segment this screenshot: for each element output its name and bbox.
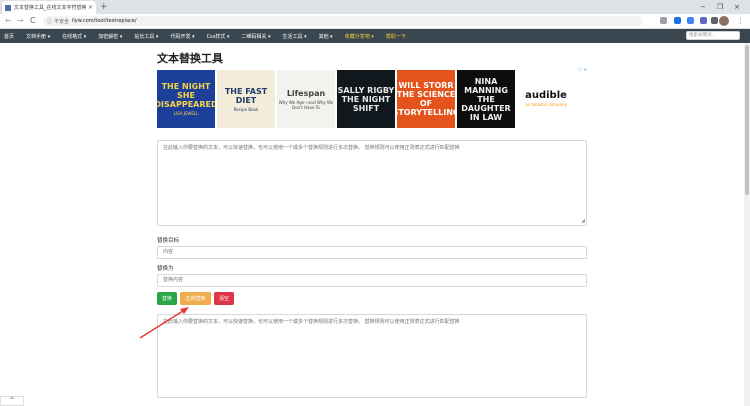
page-scrollbar[interactable] [744, 43, 750, 406]
tab-close-icon[interactable]: × [88, 4, 93, 11]
scrollbar-thumb[interactable] [745, 45, 749, 195]
page-title: 文本替换工具 [157, 52, 223, 65]
nav-item-format[interactable]: 在线格式 ▾ [62, 33, 86, 40]
source-textarea[interactable]: 在此输入你要替换的文本，可以快速替换，也可以使用一个或多个替换规则进行多次替换。… [157, 140, 587, 226]
replace-label: 替换为 [157, 266, 174, 272]
profile-icon[interactable] [674, 17, 681, 24]
insecure-label: 不安全 [54, 18, 70, 25]
restore-icon[interactable]: ❐ [717, 2, 723, 12]
resize-handle-icon[interactable]: ◢ [581, 219, 585, 224]
nav-item-help[interactable]: 帮助一下 [386, 33, 406, 40]
puzzle-icon[interactable] [711, 17, 718, 24]
nav-item-home[interactable]: 首页 [4, 33, 14, 40]
ad-book-cover[interactable]: THE FAST DIET Recipe Book [217, 70, 275, 128]
tab-title: 文本替换工具_在线文本字符替换 - ... [14, 5, 86, 11]
clear-button[interactable]: 清空 [214, 292, 234, 305]
arrow-head [180, 307, 189, 314]
site-search-input[interactable]: 搜索关键词... [686, 31, 740, 40]
result-placeholder: 在此输入你要替换的文本，可以快速替换，也可以使用一个或多个替换规则进行多次替换。… [163, 319, 460, 325]
ad-book-cover[interactable]: WILL STORR THE SCIENCE OF STORYTELLING [397, 70, 455, 128]
site-nav: 首页 文档手册 ▾ 在线格式 ▾ 加密解密 ▾ 站长工具 ▾ 代码开发 ▾ Cs… [0, 29, 750, 43]
nav-item-qrcode[interactable]: 二维码相关 ▾ [241, 33, 270, 40]
nav-item-other[interactable]: 其他 ▾ [319, 33, 333, 40]
reload-icon[interactable]: C [30, 16, 36, 26]
scroll-top-button[interactable]: ^ [0, 396, 24, 406]
browser-window: { "browser": { "tab_title": "文本替换工具_在线文本… [0, 0, 750, 406]
replace-input[interactable]: 替换内容 [157, 274, 587, 287]
ad-banner[interactable]: ⓘ ✕ THE NIGHT SHE DISAPPEARED LISA JEWEL… [157, 67, 587, 131]
book-title: THE FAST DIET [224, 86, 268, 105]
nav-item-crypto[interactable]: 加密解密 ▾ [98, 33, 122, 40]
ad-book-cover[interactable]: NINA MANNING THE DAUGHTER IN LAW [457, 70, 515, 128]
book-title: THE NIGHT SHE DISAPPEARED [157, 82, 215, 109]
nav-item-life[interactable]: 生活工具 ▾ [282, 33, 306, 40]
ad-book-cover[interactable]: SALLY RIGBY THE NIGHT SHIFT [337, 70, 395, 128]
minimize-icon[interactable]: − [700, 2, 706, 12]
audible-wordmark: audible [525, 90, 567, 101]
info-icon[interactable]: ⓘ [47, 18, 52, 25]
nav-item-css[interactable]: Css样式 ▾ [207, 33, 230, 40]
omnibox[interactable]: ⓘ 不安全 ilyw.com/tool/textreplace/ [43, 16, 643, 26]
tab-strip: 文本替换工具_在线文本字符替换 - ... × + − ❐ × [0, 0, 750, 14]
book-subtitle: LISA JEWELL [173, 111, 199, 116]
site-favicon-icon [5, 4, 11, 11]
book-title: WILL STORR THE SCIENCE OF STORYTELLING [397, 81, 455, 117]
url-text[interactable]: ilyw.com/tool/textreplace/ [72, 18, 137, 24]
nav-item-dev[interactable]: 代码开发 ▾ [170, 33, 194, 40]
audible-tagline: an amazon company [525, 102, 567, 107]
book-subtitle: Why We Age—and Why We Don't Have To [278, 99, 334, 110]
address-bar-row: ← → C ⓘ 不安全 ilyw.com/tool/textreplace/ ⋮ [0, 14, 750, 29]
new-tab-icon[interactable]: + [100, 2, 108, 12]
nav-item-favorites[interactable]: 收藏分享吧 ▾ [345, 33, 374, 40]
find-label: 替换目标 [157, 238, 180, 244]
result-textarea[interactable]: 在此输入你要替换的文本，可以快速替换，也可以使用一个或多个替换规则进行多次替换。… [157, 314, 587, 398]
extension-icon[interactable] [700, 17, 707, 24]
avatar[interactable] [719, 16, 729, 26]
book-title: SALLY RIGBY THE NIGHT SHIFT [337, 85, 395, 113]
source-placeholder: 在此输入你要替换的文本，可以快速替换，也可以使用一个或多个替换规则进行多次替换。… [163, 145, 460, 151]
replace-button[interactable]: 替换 [157, 292, 177, 305]
book-subtitle: Recipe Book [233, 106, 259, 112]
ad-choices-icon[interactable]: ⓘ ✕ [578, 67, 587, 73]
book-title: Lifespan [286, 88, 326, 98]
ad-book-cover[interactable]: THE NIGHT SHE DISAPPEARED LISA JEWELL [157, 70, 215, 128]
audible-logo[interactable]: audible an amazon company [517, 70, 575, 128]
book-title: NINA MANNING THE DAUGHTER IN LAW [461, 76, 511, 122]
window-close-icon[interactable]: × [734, 2, 740, 12]
back-icon[interactable]: ← [5, 16, 12, 26]
forward-icon[interactable]: → [17, 16, 24, 26]
nav-item-docs[interactable]: 文档手册 ▾ [26, 33, 50, 40]
browser-menu-icon[interactable]: ⋮ [737, 16, 744, 26]
share-icon[interactable] [660, 17, 667, 24]
ad-book-cover[interactable]: Lifespan Why We Age—and Why We Don't Hav… [277, 70, 335, 128]
nav-item-webmaster[interactable]: 站长工具 ▾ [134, 33, 158, 40]
find-input[interactable]: 内容 [157, 246, 587, 259]
translate-icon[interactable] [687, 17, 694, 24]
regex-replace-button[interactable]: 正则替换 [180, 292, 211, 305]
browser-tab[interactable]: 文本替换工具_在线文本字符替换 - ... × [2, 1, 96, 14]
